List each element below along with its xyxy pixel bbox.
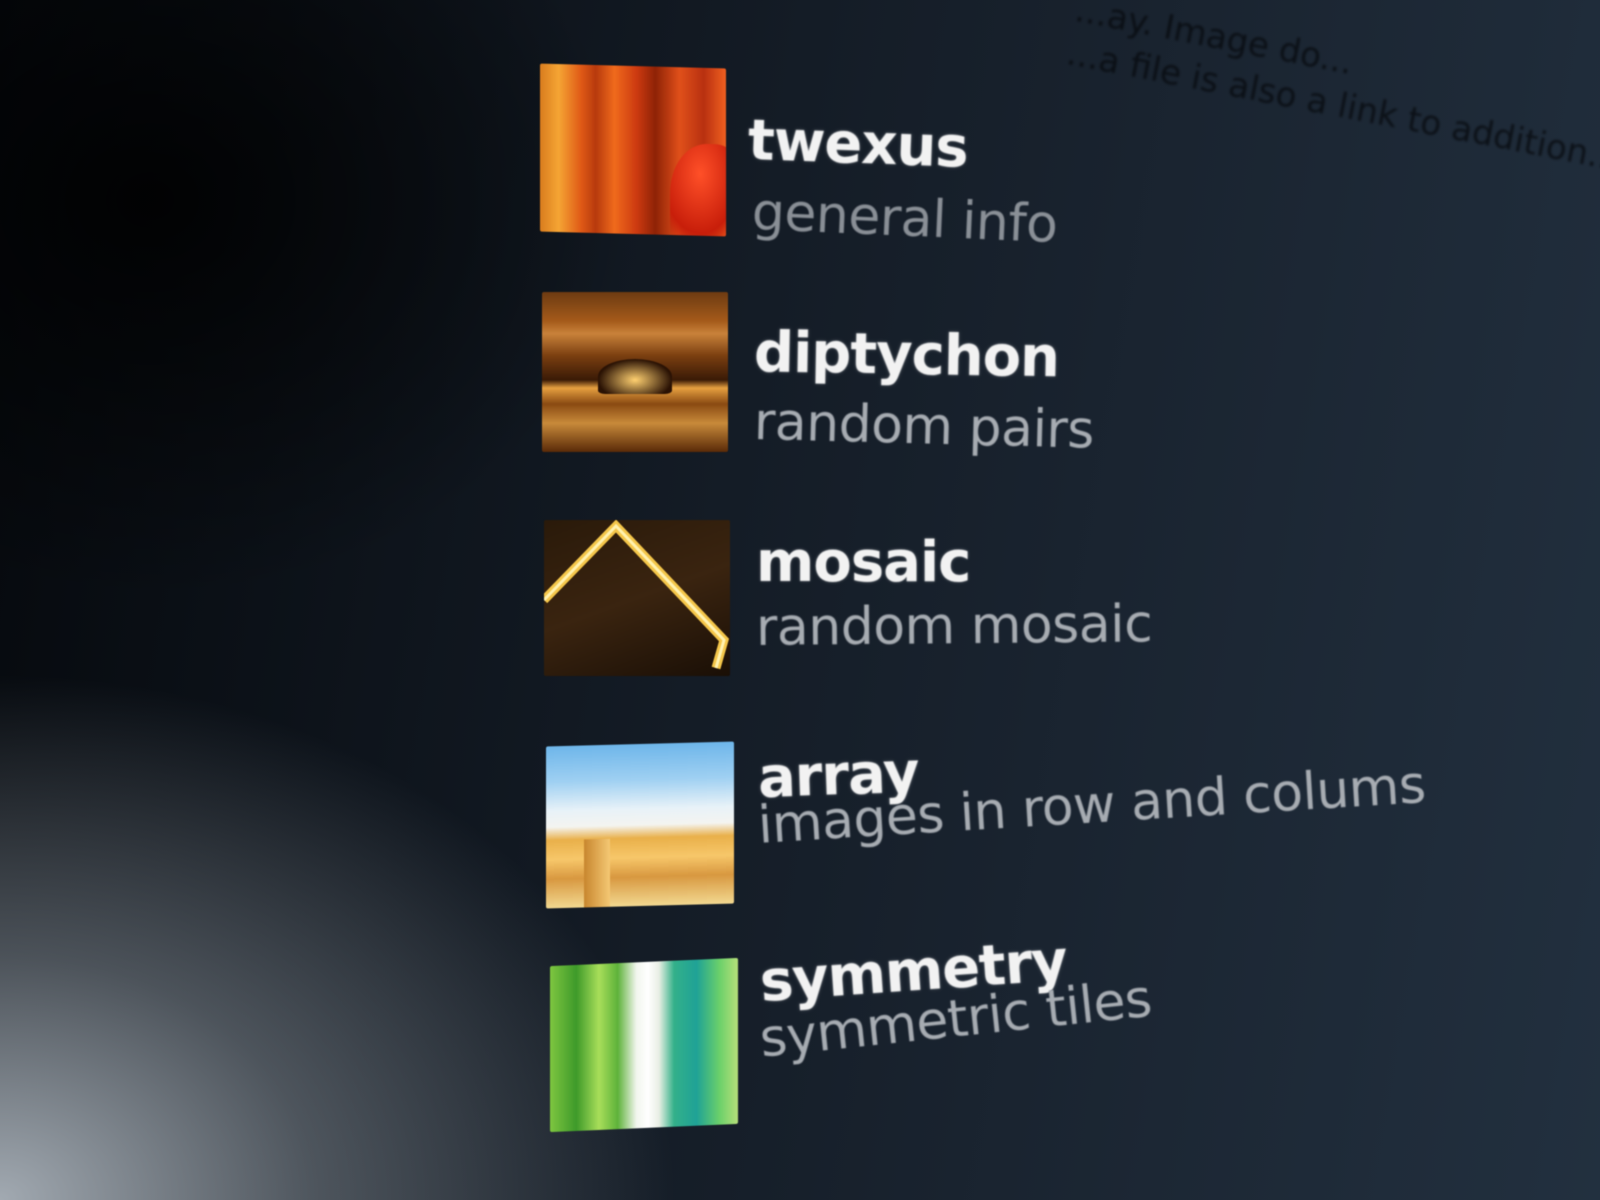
green-stripes-thumbnail-icon	[550, 957, 738, 1133]
screen: ...ay. Image do... ...a file is also a l…	[0, 0, 1600, 1200]
menu-item-title: twexus	[746, 108, 969, 181]
menu-item-subtitle: random mosaic	[755, 594, 1153, 658]
curtain-thumbnail-icon	[540, 63, 726, 237]
menu-item-subtitle: random pairs	[753, 392, 1095, 461]
gallery-menu: twexus general info diptychon random pai…	[0, 0, 1600, 1200]
sky-building-thumbnail-icon	[546, 741, 734, 909]
menu-item-subtitle: general info	[750, 182, 1059, 256]
night-lights-thumbnail-icon	[542, 292, 728, 452]
roof-outline-thumbnail-icon	[544, 520, 730, 676]
menu-item-title: diptychon	[753, 320, 1060, 391]
menu-item-title: mosaic	[756, 530, 971, 595]
roof-outline-icon	[544, 520, 730, 670]
